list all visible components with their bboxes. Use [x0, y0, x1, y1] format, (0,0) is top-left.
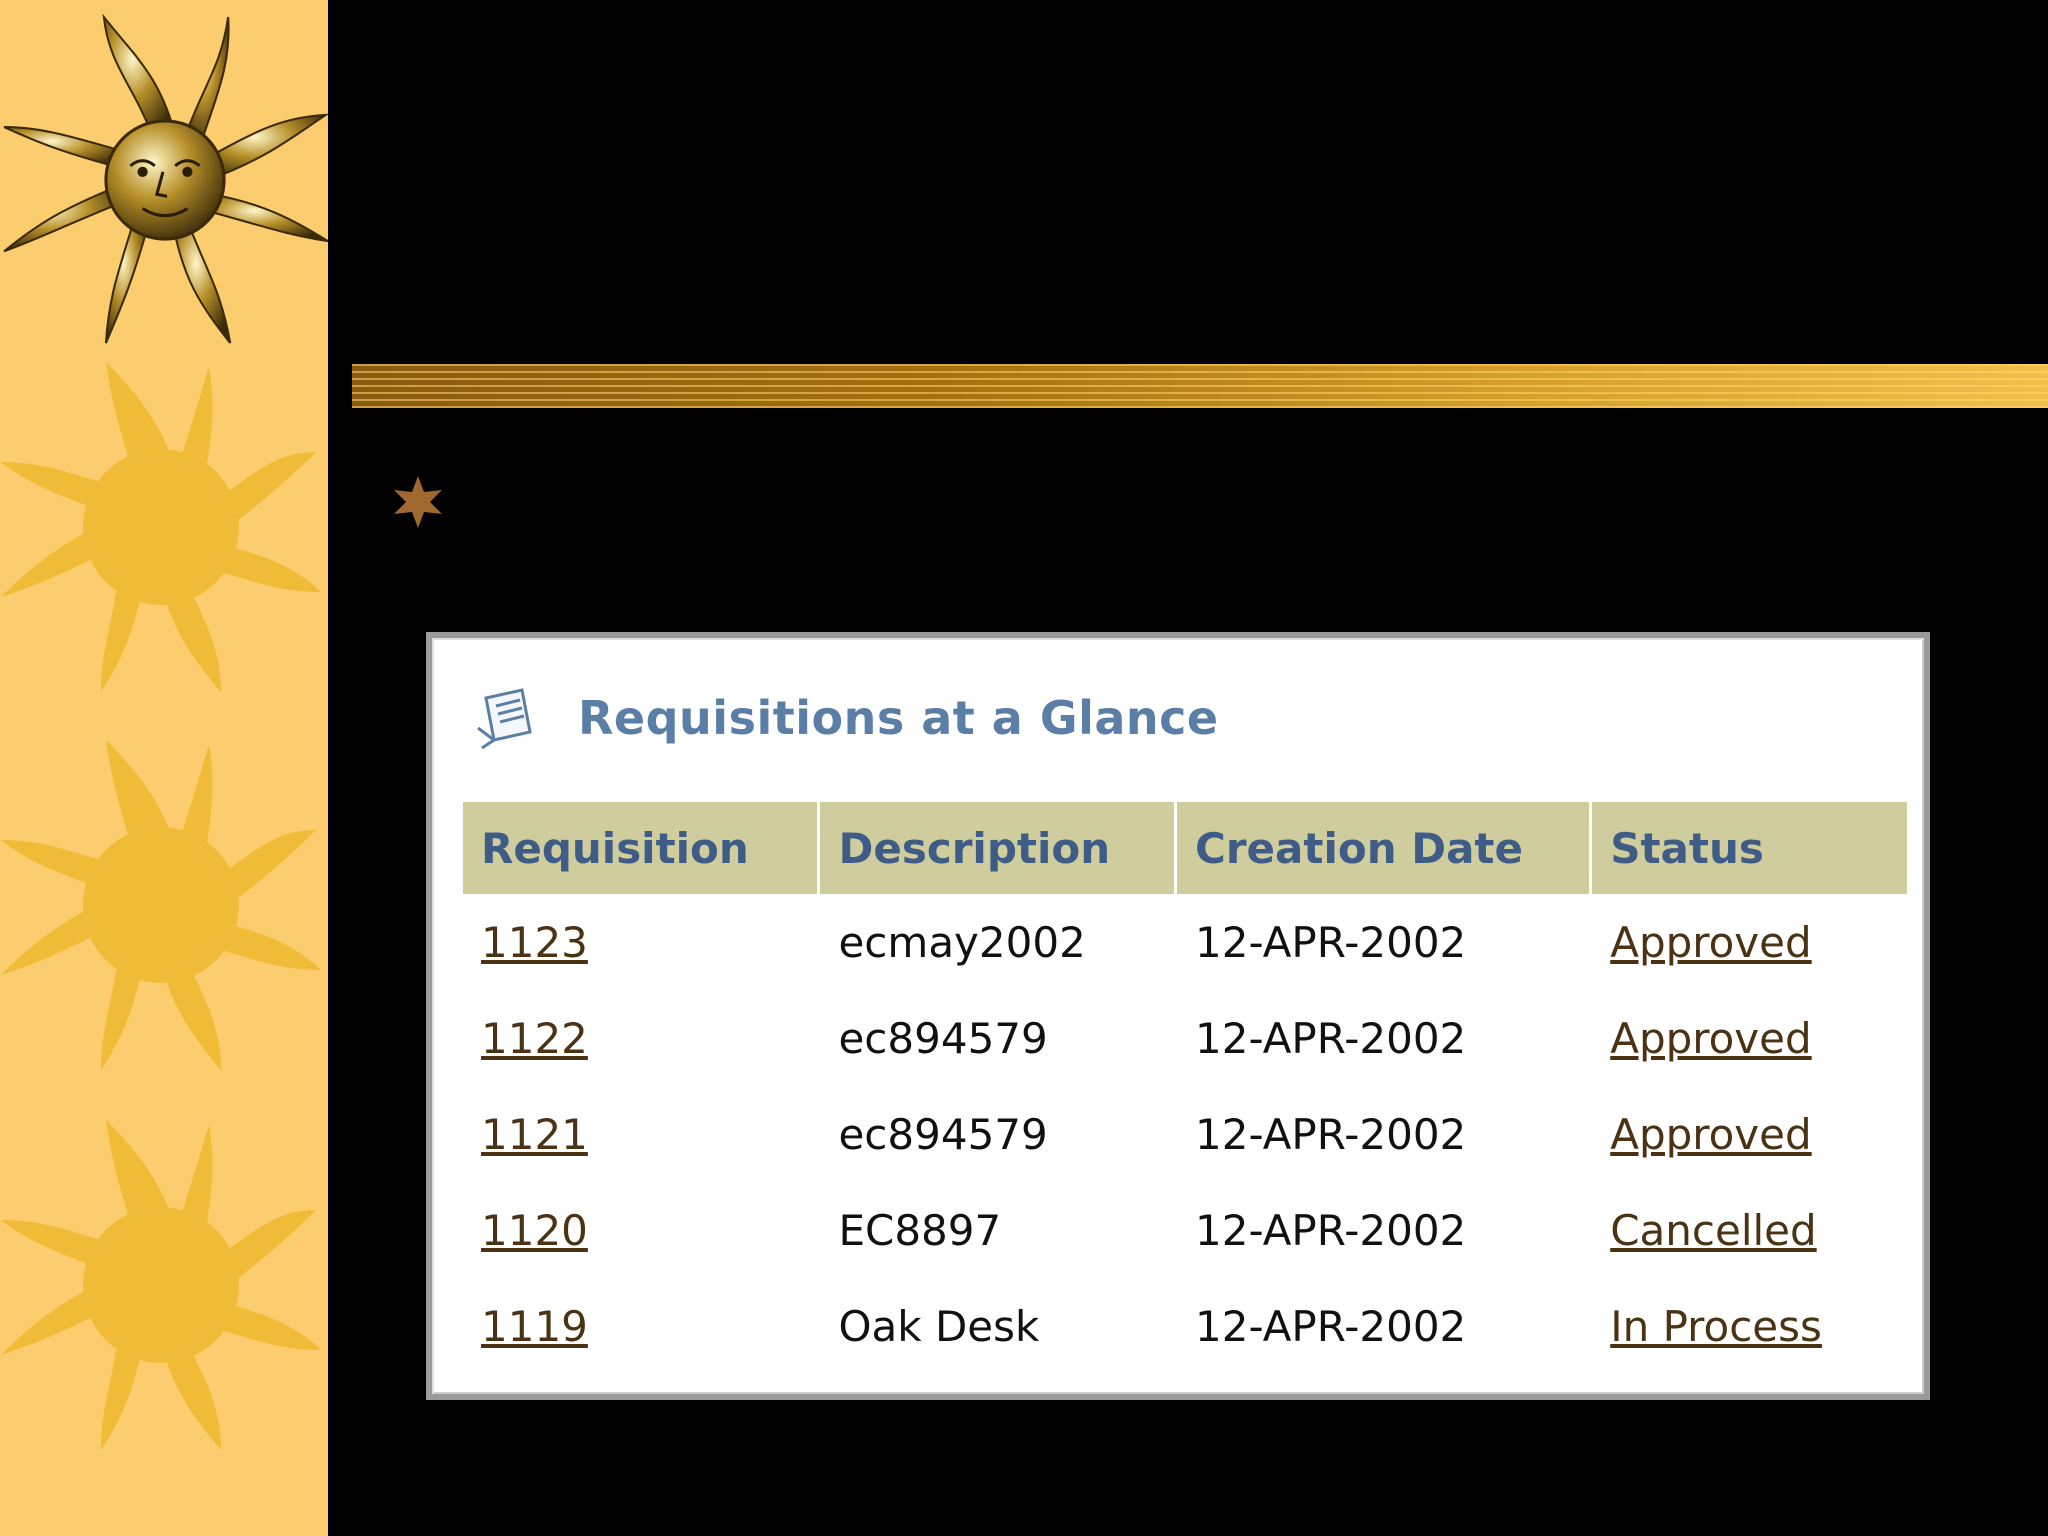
creation-date-cell: 12-APR-2002 — [1195, 1301, 1467, 1351]
requisitions-panel: Requisitions at a Glance Requisition Des… — [426, 632, 1930, 1400]
requisitions-table: Requisition Description Creation Date St… — [460, 802, 1910, 1374]
description-cell: ec894579 — [838, 1109, 1048, 1159]
sun-icon — [0, 362, 322, 692]
status-link[interactable]: Approved — [1610, 1110, 1811, 1159]
description-cell: ec894579 — [838, 1013, 1048, 1063]
table-header-row: Requisition Description Creation Date St… — [463, 802, 1907, 894]
requisition-cell: 1123 — [463, 894, 817, 990]
status-link[interactable]: Cancelled — [1610, 1206, 1816, 1255]
requisition-cell: 1121 — [463, 1086, 817, 1182]
creation-date-cell: 12-APR-2002 — [1195, 1109, 1467, 1159]
requisition-link[interactable]: 1119 — [481, 1302, 588, 1351]
description-cell: ecmay2002 — [838, 917, 1086, 967]
description-cell: EC8897 — [838, 1205, 1002, 1255]
requisition-link[interactable]: 1121 — [481, 1110, 588, 1159]
title-divider — [352, 364, 2048, 408]
status-link[interactable]: Approved — [1610, 918, 1811, 967]
column-header-status[interactable]: Status — [1592, 802, 1907, 894]
decorative-sidebar — [0, 0, 328, 1536]
status-cell: Approved — [1592, 990, 1907, 1086]
document-icon — [472, 682, 544, 754]
requisition-cell: 1119 — [463, 1278, 817, 1374]
status-link[interactable]: In Process — [1610, 1302, 1822, 1351]
creation-date-cell: 12-APR-2002 — [1195, 917, 1467, 967]
requisition-cell: 1122 — [463, 990, 817, 1086]
creation-date-cell: 12-APR-2002 — [1195, 1205, 1467, 1255]
description-cell: Oak Desk — [838, 1301, 1040, 1351]
table-row: 1123 ecmay2002 12-APR-2002 Approved — [463, 894, 1907, 990]
table-row: 1119 Oak Desk 12-APR-2002 In Process — [463, 1278, 1907, 1374]
column-header-creation-date[interactable]: Creation Date — [1177, 802, 1590, 894]
star-bullet-icon — [390, 474, 446, 530]
table-row: 1121 ec894579 12-APR-2002 Approved — [463, 1086, 1907, 1182]
column-header-description[interactable]: Description — [820, 802, 1175, 894]
panel-header: Requisitions at a Glance — [472, 678, 1219, 758]
panel-title: Requisitions at a Glance — [578, 691, 1219, 745]
requisition-link[interactable]: 1120 — [481, 1206, 588, 1255]
status-cell: In Process — [1592, 1278, 1907, 1374]
status-cell: Approved — [1592, 894, 1907, 990]
sun-icon — [0, 1120, 322, 1450]
status-cell: Approved — [1592, 1086, 1907, 1182]
sun-icon — [0, 740, 322, 1070]
creation-date-cell: 12-APR-2002 — [1195, 1013, 1467, 1063]
status-cell: Cancelled — [1592, 1182, 1907, 1278]
column-header-requisition[interactable]: Requisition — [463, 802, 818, 894]
status-link[interactable]: Approved — [1610, 1014, 1811, 1063]
table-row: 1122 ec894579 12-APR-2002 Approved — [463, 990, 1907, 1086]
sun-face-icon — [2, 12, 328, 344]
requisition-link[interactable]: 1123 — [481, 918, 588, 967]
requisition-cell: 1120 — [463, 1182, 817, 1278]
requisition-link[interactable]: 1122 — [481, 1014, 588, 1063]
table-row: 1120 EC8897 12-APR-2002 Cancelled — [463, 1182, 1907, 1278]
